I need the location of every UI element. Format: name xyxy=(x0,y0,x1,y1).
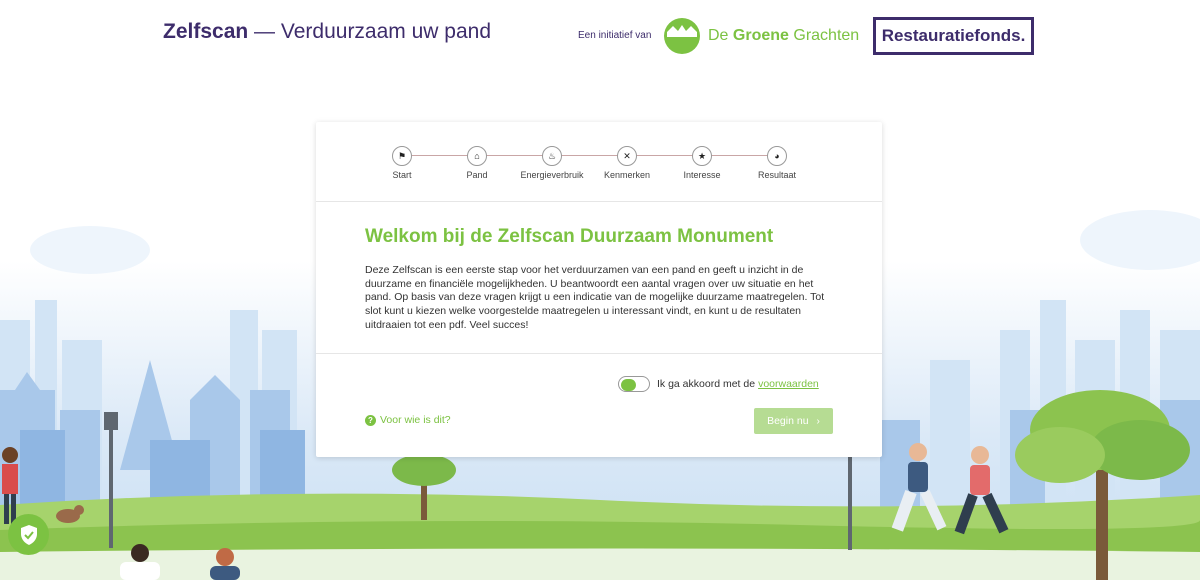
step-pand[interactable]: ⌂ Pand xyxy=(437,146,517,180)
begin-button-label: Begin nu xyxy=(767,415,809,427)
step-label: Start xyxy=(392,170,412,180)
pie-chart-icon: ◕ xyxy=(767,146,787,166)
flag-icon: ⚑ xyxy=(392,146,412,166)
site-header: Zelfscan — Verduurzaam uw pand Een initi… xyxy=(0,0,1200,70)
home-icon: ⌂ xyxy=(467,146,487,166)
welcome-content: Welkom bij de Zelfscan Duurzaam Monument… xyxy=(365,226,835,333)
chevron-right-icon: › xyxy=(816,415,820,427)
welcome-heading: Welkom bij de Zelfscan Duurzaam Monument xyxy=(365,226,774,247)
step-resultaat[interactable]: ◕ Resultaat xyxy=(737,146,817,180)
who-is-this-for-link[interactable]: ? Voor wie is dit? xyxy=(365,414,451,426)
shield-check-icon xyxy=(20,524,37,545)
terms-link[interactable]: voorwaarden xyxy=(758,378,819,390)
terms-toggle-switch[interactable] xyxy=(618,376,650,392)
privacy-shield-button[interactable] xyxy=(8,514,49,555)
step-label: Energieverbruik xyxy=(520,170,584,180)
star-icon: ★ xyxy=(692,146,712,166)
step-label: Kenmerken xyxy=(603,170,651,180)
partner1-name-part1: De xyxy=(708,27,733,44)
terms-label: Ik ga akkoord met de xyxy=(657,378,756,390)
step-start[interactable]: ⚑ Start xyxy=(362,146,442,180)
initiative-label: Een initiatief van xyxy=(578,30,652,41)
step-label: Pand xyxy=(466,170,488,180)
begin-button[interactable]: Begin nu › xyxy=(754,408,833,434)
partner1-name-part2: Grachten xyxy=(788,27,860,44)
who-is-this-for-label: Voor wie is dit? xyxy=(380,414,451,426)
energy-icon: ♨ xyxy=(542,146,562,166)
app-subtitle: — Verduurzaam uw pand xyxy=(254,20,492,43)
app-name: Zelfscan xyxy=(163,20,249,43)
page-title: Zelfscan — Verduurzaam uw pand xyxy=(163,20,491,44)
step-interesse[interactable]: ★ Interesse xyxy=(662,146,742,180)
toggle-knob xyxy=(621,379,636,391)
groene-grachten-logo-text[interactable]: De Groene Grachten xyxy=(708,27,859,45)
step-energieverbruik[interactable]: ♨ Energieverbruik xyxy=(512,146,592,180)
card-divider xyxy=(316,353,882,354)
tools-icon: ✕ xyxy=(617,146,637,166)
terms-agreement-row: Ik ga akkoord met de voorwaarden xyxy=(618,375,819,393)
progress-stepper: ⚑ Start ⌂ Pand ♨ Energieverbruik ✕ Kenme… xyxy=(316,122,882,202)
partner1-name-bold: Groene xyxy=(732,27,789,44)
restauratiefonds-logo[interactable]: Restauratiefonds. xyxy=(873,17,1034,55)
question-circle-icon: ? xyxy=(365,414,376,426)
step-kenmerken[interactable]: ✕ Kenmerken xyxy=(587,146,667,180)
step-label: Resultaat xyxy=(757,170,797,180)
step-label: Interesse xyxy=(683,170,721,180)
intro-paragraph: Deze Zelfscan is een eerste stap voor he… xyxy=(365,264,825,331)
groene-grachten-logo-icon[interactable] xyxy=(664,18,700,54)
welcome-card: ⚑ Start ⌂ Pand ♨ Energieverbruik ✕ Kenme… xyxy=(316,122,882,457)
